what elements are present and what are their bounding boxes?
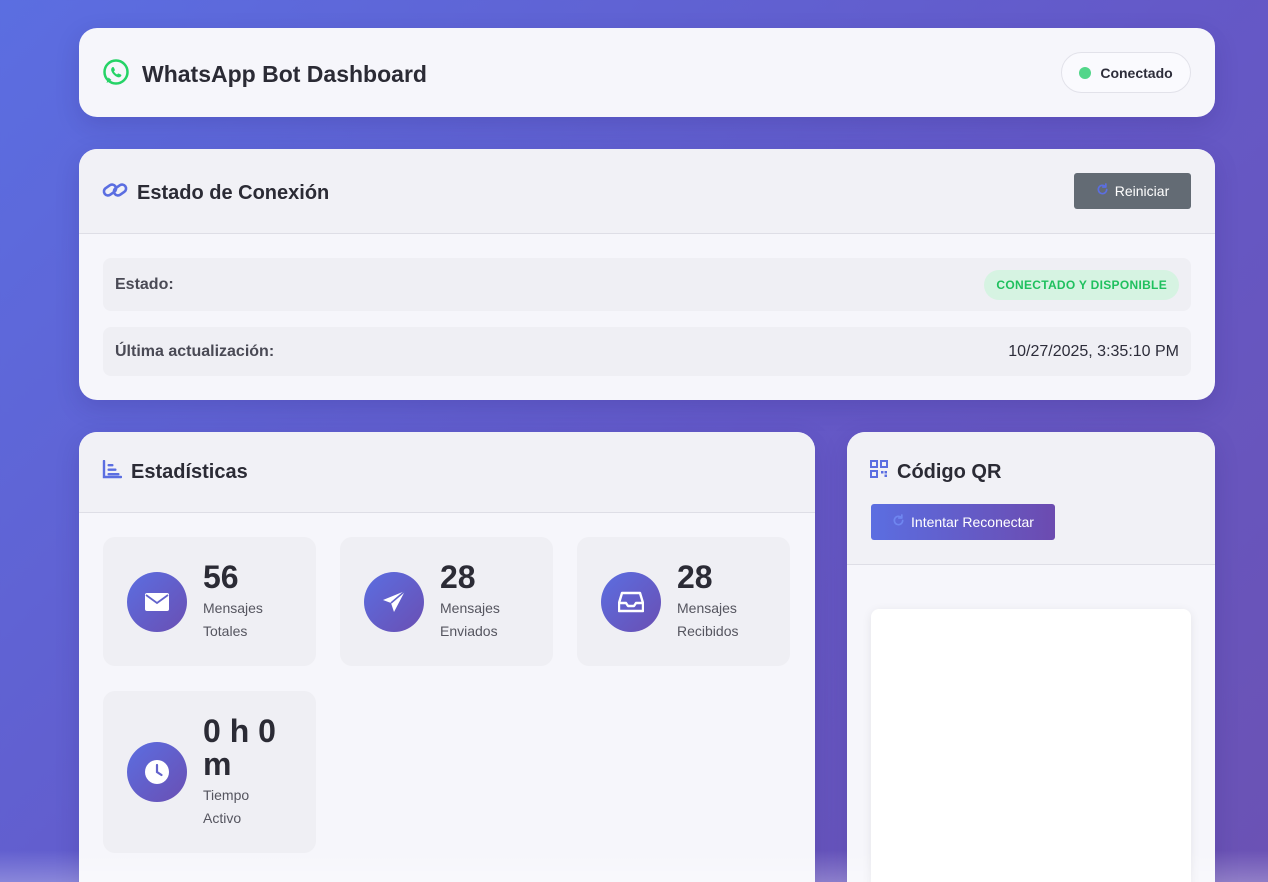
statistics-card-title: Estadísticas xyxy=(102,459,248,485)
connection-card-title: Estado de Conexión xyxy=(102,179,329,207)
restart-button[interactable]: Reiniciar xyxy=(1074,173,1191,209)
stat-card-uptime: 0 h 0 m Tiempo Activo xyxy=(103,691,316,853)
stat-card-total: 56 Mensajes Totales xyxy=(103,537,316,666)
connection-card-header: Estado de Conexión Reiniciar xyxy=(79,149,1215,234)
clock-icon xyxy=(127,742,187,802)
reconnect-button[interactable]: Intentar Reconectar xyxy=(871,504,1055,540)
refresh-icon xyxy=(1096,183,1109,199)
connection-status-pill: Conectado xyxy=(1061,52,1191,93)
statistics-title-text: Estadísticas xyxy=(131,461,248,483)
status-label: Conectado xyxy=(1100,64,1173,81)
qr-code-area xyxy=(871,609,1191,882)
whatsapp-icon xyxy=(102,58,130,91)
statistics-card-header: Estadísticas xyxy=(79,432,815,513)
refresh-icon xyxy=(892,514,905,530)
statistics-card: Estadísticas 56 Mensajes Totales 28 Mens… xyxy=(79,432,815,882)
envelope-icon xyxy=(127,572,187,632)
qr-card-header: Código QR Intentar Reconectar xyxy=(847,432,1215,565)
stat-label: Tiempo Activo xyxy=(203,787,250,826)
dashboard-header: WhatsApp Bot Dashboard Conectado xyxy=(79,28,1215,117)
status-badge: CONECTADO Y DISPONIBLE xyxy=(984,269,1179,300)
qr-card: Código QR Intentar Reconectar xyxy=(847,432,1215,882)
page-title: WhatsApp Bot Dashboard xyxy=(142,61,427,87)
stat-value: 56 xyxy=(203,559,239,595)
qr-card-title: Código QR xyxy=(870,460,1001,484)
qrcode-icon xyxy=(870,460,888,484)
reconnect-button-label: Intentar Reconectar xyxy=(911,514,1034,530)
chart-icon xyxy=(102,459,123,485)
last-update-value: 10/27/2025, 3:35:10 PM xyxy=(1008,342,1179,360)
qr-title-text: Código QR xyxy=(897,460,1002,483)
link-icon xyxy=(102,179,128,207)
connection-title-text: Estado de Conexión xyxy=(137,181,330,204)
paper-plane-icon xyxy=(364,572,424,632)
restart-button-label: Reiniciar xyxy=(1114,183,1170,199)
stat-card-received: 28 Mensajes Recibidos xyxy=(577,537,790,666)
state-row: Estado: CONECTADO Y DISPONIBLE xyxy=(103,258,1191,311)
header-title-group: WhatsApp Bot Dashboard xyxy=(102,58,427,91)
state-label: Estado: xyxy=(115,275,174,293)
stat-value: 28 xyxy=(677,559,713,595)
last-update-label: Última actualización: xyxy=(115,342,275,360)
stat-label: Mensajes Recibidos xyxy=(677,600,739,639)
stat-label: Mensajes Totales xyxy=(203,600,263,639)
connection-card: Estado de Conexión Reiniciar Estado: CON… xyxy=(79,149,1215,400)
stat-card-sent: 28 Mensajes Enviados xyxy=(340,537,553,666)
stat-value: 0 h 0 m xyxy=(203,713,276,782)
status-dot-icon xyxy=(1079,66,1092,79)
last-update-row: Última actualización: 10/27/2025, 3:35:1… xyxy=(103,327,1191,376)
stat-label: Mensajes Enviados xyxy=(440,600,500,639)
inbox-icon xyxy=(601,572,661,632)
stat-value: 28 xyxy=(440,559,476,595)
